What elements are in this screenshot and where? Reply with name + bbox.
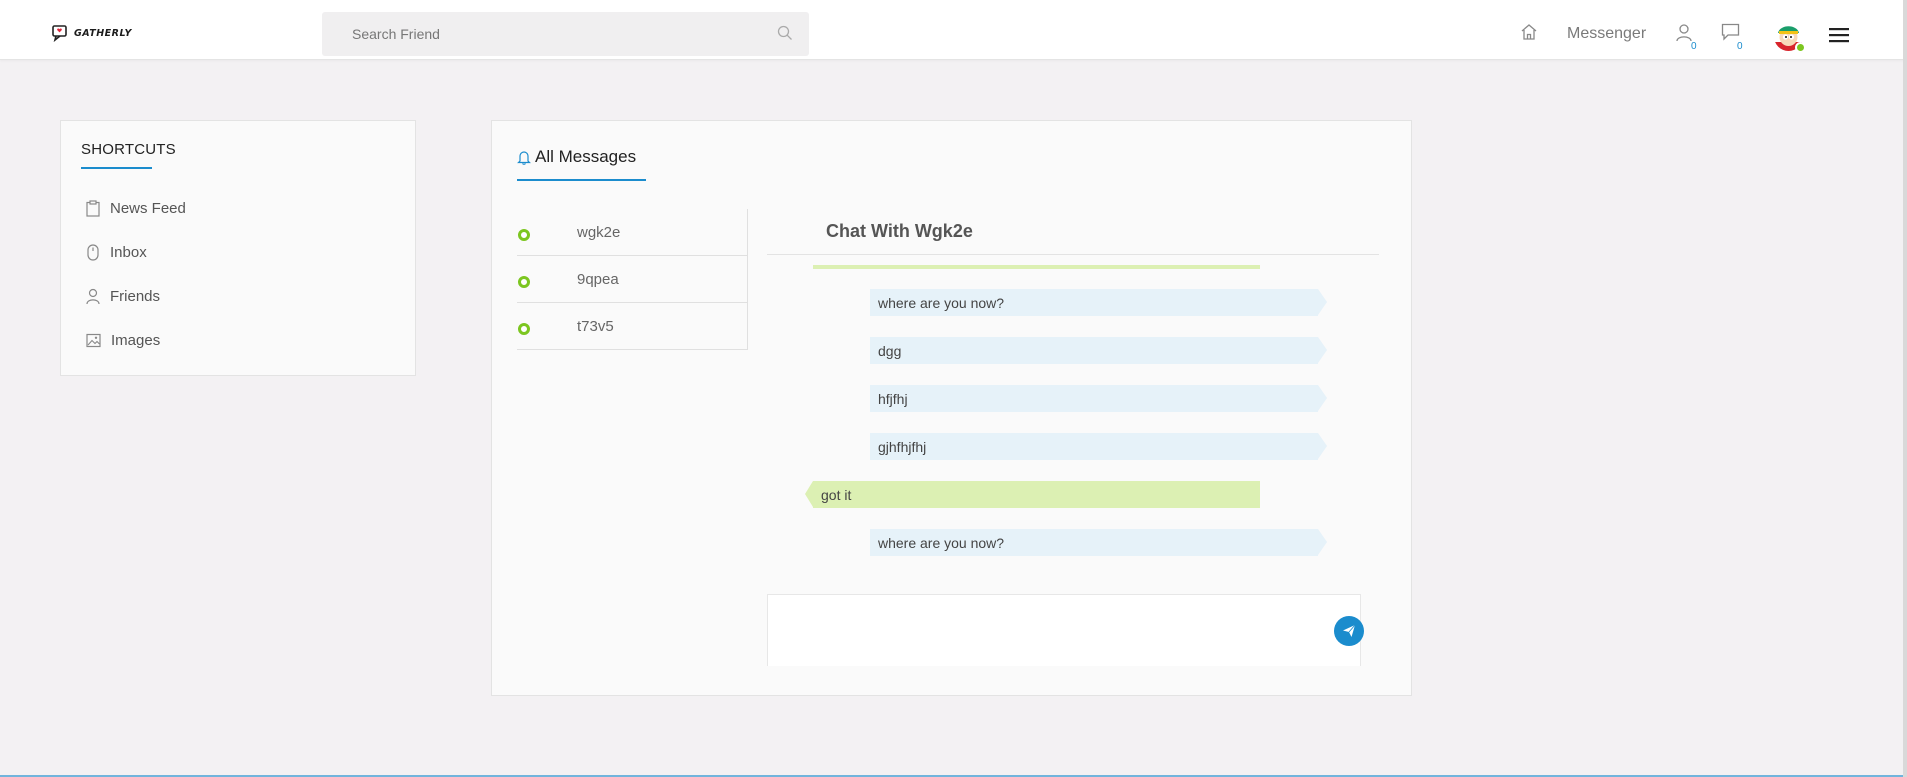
sidebar-item-images[interactable]: Images: [86, 332, 160, 349]
gatherly-logo[interactable]: GATHERLY: [52, 23, 132, 43]
friend-requests-count: 0: [1691, 41, 1697, 52]
logo-text: GATHERLY: [74, 27, 132, 39]
shortcuts-title-underline: [81, 167, 152, 169]
sidebar-item-label: News Feed: [110, 200, 186, 217]
logo-icon: [52, 25, 67, 42]
search-icon[interactable]: [777, 25, 793, 46]
conversation-name: wgk2e: [577, 224, 621, 241]
chat-loading-bar: [813, 265, 1260, 269]
sidebar-item-label: Images: [111, 332, 161, 349]
sidebar-item-friends[interactable]: Friends: [86, 288, 160, 305]
incoming-message: got it: [805, 481, 1260, 508]
active-tab-underline: [517, 179, 646, 181]
outgoing-message: gjhfhjfhj: [870, 433, 1327, 460]
message-input[interactable]: [768, 595, 1360, 666]
online-status-dot: [1795, 42, 1806, 53]
messages-count: 0: [1737, 41, 1743, 52]
chat-header-divider: [767, 254, 1379, 255]
mouse-icon: [87, 244, 99, 261]
outgoing-message: where are you now?: [870, 289, 1327, 316]
messages-panel: All Messages wgk2e 9qpea t73v5 Chat With…: [491, 120, 1412, 696]
paper-plane-icon: [1343, 624, 1356, 637]
message-composer: [767, 594, 1361, 666]
outgoing-message: dgg: [870, 337, 1327, 364]
top-navbar: GATHERLY Messenger 0 0: [0, 0, 1907, 60]
page-scrollbar[interactable]: [1903, 0, 1907, 777]
send-button[interactable]: [1334, 616, 1364, 646]
home-icon[interactable]: [1520, 23, 1538, 46]
conversation-item[interactable]: wgk2e: [517, 209, 747, 256]
search-bar: [322, 12, 809, 56]
outgoing-message: where are you now?: [870, 529, 1327, 556]
tab-label: All Messages: [535, 147, 637, 166]
conversation-name: t73v5: [577, 318, 614, 335]
shortcuts-panel: SHORTCUTS News Feed Inbox Friends Images: [60, 120, 416, 376]
shortcuts-title: SHORTCUTS: [81, 141, 176, 158]
hamburger-menu-icon[interactable]: [1829, 27, 1849, 48]
messenger-link[interactable]: Messenger: [1567, 25, 1646, 43]
conversation-name: 9qpea: [577, 271, 619, 288]
online-status-dot: [518, 229, 530, 241]
sidebar-item-label: Friends: [110, 288, 161, 305]
outgoing-message: hfjfhj: [870, 385, 1327, 412]
conversation-item[interactable]: 9qpea: [517, 256, 747, 303]
sidebar-item-inbox[interactable]: Inbox: [86, 244, 147, 261]
tab-all-messages[interactable]: All Messages: [517, 147, 636, 167]
conversation-list: wgk2e 9qpea t73v5: [517, 209, 748, 350]
image-icon: [86, 333, 101, 348]
clipboard-icon: [86, 200, 100, 217]
conversation-item[interactable]: t73v5: [517, 303, 747, 350]
avatar[interactable]: [1774, 22, 1806, 53]
online-status-dot: [518, 323, 530, 335]
bell-icon: [517, 150, 531, 165]
online-status-dot: [518, 276, 530, 288]
sidebar-item-news-feed[interactable]: News Feed: [86, 200, 186, 217]
chat-title: Chat With Wgk2e: [826, 221, 973, 241]
user-icon: [86, 288, 100, 305]
search-input[interactable]: [352, 26, 779, 42]
sidebar-item-label: Inbox: [110, 244, 147, 261]
